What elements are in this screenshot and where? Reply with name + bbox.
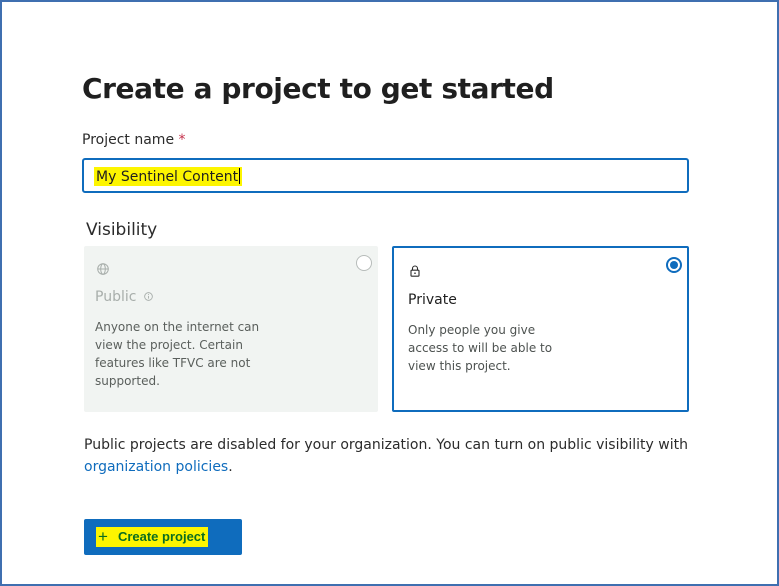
create-project-button[interactable]: + Create project bbox=[84, 519, 242, 555]
visibility-option-public[interactable]: Public Anyone on the internet can view t… bbox=[84, 246, 378, 412]
lock-icon bbox=[410, 265, 420, 277]
private-description: Only people you give access to will be a… bbox=[408, 323, 553, 373]
create-project-button-content: + Create project bbox=[96, 527, 209, 547]
organization-policies-link[interactable]: organization policies bbox=[84, 459, 228, 475]
create-project-label: Create project bbox=[117, 529, 206, 544]
project-name-value: My Sentinel Content bbox=[94, 167, 243, 186]
radio-selected-dot bbox=[670, 261, 678, 269]
plus-icon: + bbox=[98, 527, 108, 546]
info-icon[interactable] bbox=[144, 292, 153, 301]
visibility-label: Visibility bbox=[86, 220, 158, 240]
notice-suffix: . bbox=[228, 459, 233, 475]
project-name-value-text: My Sentinel Content bbox=[96, 169, 239, 185]
public-title: Public bbox=[95, 289, 153, 305]
public-description: Anyone on the internet can view the proj… bbox=[95, 320, 260, 388]
required-marker: * bbox=[178, 132, 186, 148]
public-title-text: Public bbox=[95, 289, 137, 305]
project-name-label-text: Project name bbox=[82, 132, 175, 148]
dialog-frame: Create a project to get started Project … bbox=[0, 0, 779, 586]
page-title: Create a project to get started bbox=[82, 72, 554, 105]
visibility-option-private[interactable]: Private Only people you give access to w… bbox=[392, 246, 689, 412]
public-radio[interactable] bbox=[356, 255, 372, 271]
private-radio[interactable] bbox=[666, 257, 682, 273]
project-name-input[interactable]: My Sentinel Content bbox=[82, 158, 689, 193]
public-disabled-notice: Public projects are disabled for your or… bbox=[84, 434, 724, 478]
private-title: Private bbox=[408, 292, 457, 308]
globe-icon bbox=[97, 263, 109, 275]
project-name-label: Project name * bbox=[82, 132, 186, 148]
text-caret bbox=[239, 168, 241, 184]
notice-text: Public projects are disabled for your or… bbox=[84, 437, 688, 453]
